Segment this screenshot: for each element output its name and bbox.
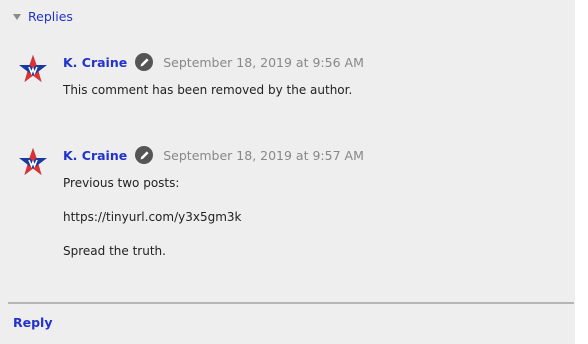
avatar[interactable] bbox=[18, 147, 48, 177]
pencil-icon bbox=[135, 53, 154, 71]
author-name-link[interactable]: K. Craine bbox=[63, 148, 127, 163]
timestamp-link[interactable]: September 18, 2019 at 9:57 AM bbox=[163, 148, 364, 163]
replies-toggle[interactable]: Replies bbox=[13, 9, 73, 24]
replies-label: Replies bbox=[28, 9, 73, 24]
comment-text: Previous two posts: bbox=[63, 176, 180, 190]
divider bbox=[8, 302, 574, 304]
replies-panel: Replies K. Craine September 18, 2019 at … bbox=[0, 0, 575, 344]
avatar[interactable] bbox=[18, 54, 48, 84]
timestamp-link[interactable]: September 18, 2019 at 9:56 AM bbox=[163, 55, 364, 70]
pencil-icon bbox=[135, 146, 154, 164]
comment-header: K. Craine September 18, 2019 at 9:56 AM bbox=[63, 53, 364, 71]
reply-button[interactable]: Reply bbox=[13, 315, 52, 330]
comment-text: Spread the truth. bbox=[63, 244, 166, 258]
comment-header: K. Craine September 18, 2019 at 9:57 AM bbox=[63, 146, 364, 164]
comment-text: This comment has been removed by the aut… bbox=[63, 83, 353, 97]
comment-link-text: https://tinyurl.com/y3x5gm3k bbox=[63, 210, 242, 224]
author-name-link[interactable]: K. Craine bbox=[63, 55, 127, 70]
triangle-down-icon bbox=[13, 13, 21, 20]
